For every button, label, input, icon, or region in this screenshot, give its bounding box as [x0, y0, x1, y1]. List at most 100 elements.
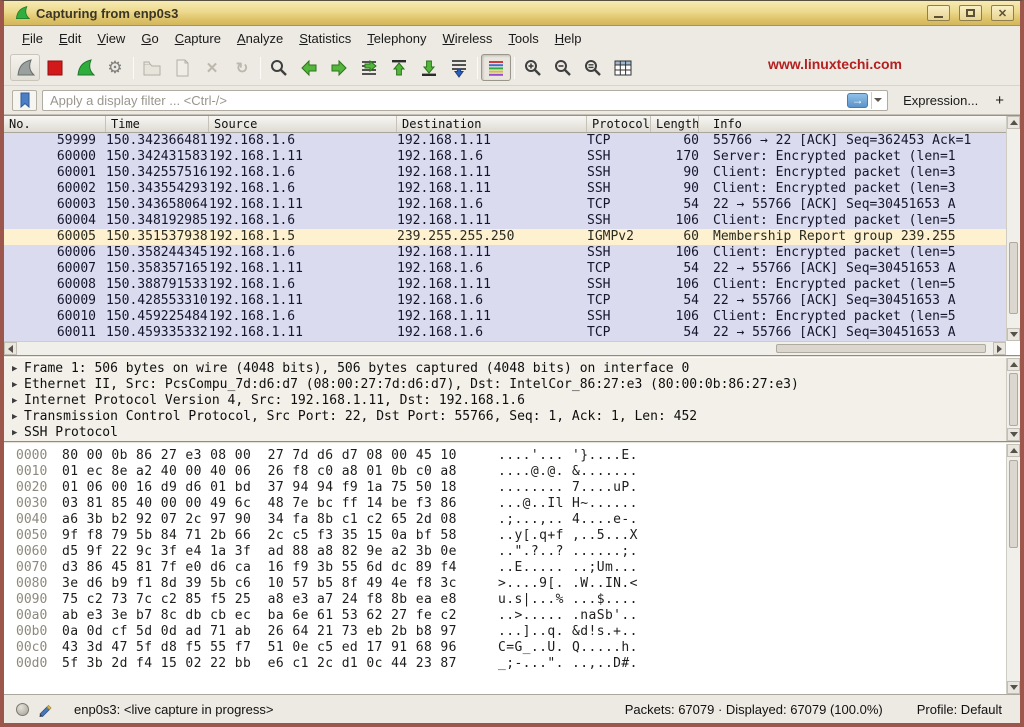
pencil-icon[interactable]: [37, 702, 52, 717]
scroll-up-button[interactable]: [1007, 358, 1020, 371]
apply-filter-button[interactable]: →: [847, 93, 868, 108]
auto-scroll-button[interactable]: [444, 54, 474, 81]
hex-vscrollbar[interactable]: [1006, 444, 1020, 694]
hex-row[interactable]: 0070d3 86 45 81 7f e0 d6 ca 16 f9 3b 55 …: [16, 560, 1004, 576]
packet-row[interactable]: 60006150.358244345192.168.1.6192.168.1.1…: [4, 245, 1020, 261]
open-file-button[interactable]: [137, 54, 167, 81]
hex-row[interactable]: 009075 c2 73 7c c2 85 f5 25 a8 e3 a7 24 …: [16, 592, 1004, 608]
hex-row[interactable]: 0060d5 9f 22 9c 3f e4 1a 3f ad 88 a8 82 …: [16, 544, 1004, 560]
scroll-up-button[interactable]: [1007, 444, 1020, 457]
menu-edit[interactable]: Edit: [51, 28, 89, 49]
menu-capture[interactable]: Capture: [167, 28, 229, 49]
stop-capture-button[interactable]: [40, 54, 70, 81]
scroll-down-button[interactable]: [1007, 428, 1020, 441]
vscroll-thumb[interactable]: [1009, 242, 1018, 314]
scroll-right-button[interactable]: [993, 342, 1006, 355]
filter-dropdown-button[interactable]: [871, 92, 884, 109]
save-file-button[interactable]: [167, 54, 197, 81]
packet-row[interactable]: 60003150.343658064192.168.1.11192.168.1.…: [4, 197, 1020, 213]
column-header-no[interactable]: No.: [4, 116, 106, 132]
vscroll-thumb[interactable]: [1009, 460, 1018, 548]
zoom-out-button[interactable]: [548, 54, 578, 81]
hex-row[interactable]: 00d05f 3b 2d f4 15 02 22 bb e6 c1 2c d1 …: [16, 656, 1004, 672]
hex-row[interactable]: 00a0ab e3 3e b7 8c db cb ec ba 6e 61 53 …: [16, 608, 1004, 624]
detail-row[interactable]: ▶Transmission Control Protocol, Src Port…: [10, 409, 1004, 425]
packet-row[interactable]: 60010150.459225484192.168.1.6192.168.1.1…: [4, 309, 1020, 325]
go-to-packet-button[interactable]: [354, 54, 384, 81]
menu-statistics[interactable]: Statistics: [291, 28, 359, 49]
hex-row[interactable]: 00c043 3d 47 5f d8 f5 55 f7 51 0e c5 ed …: [16, 640, 1004, 656]
packet-row[interactable]: 60007150.358357165192.168.1.11192.168.1.…: [4, 261, 1020, 277]
details-vscrollbar[interactable]: [1006, 358, 1020, 441]
expand-arrow-icon[interactable]: ▶: [10, 425, 24, 441]
menu-go[interactable]: Go: [133, 28, 166, 49]
hex-row[interactable]: 00509f f8 79 5b 84 71 2b 66 2c c5 f3 35 …: [16, 528, 1004, 544]
close-file-button[interactable]: ✕: [197, 54, 227, 81]
detail-row[interactable]: ▶Frame 1: 506 bytes on wire (4048 bits),…: [10, 361, 1004, 377]
menu-analyze[interactable]: Analyze: [229, 28, 291, 49]
go-first-packet-button[interactable]: [384, 54, 414, 81]
expression-button[interactable]: Expression...: [893, 93, 988, 108]
go-forward-button[interactable]: [324, 54, 354, 81]
minimize-button[interactable]: [927, 5, 950, 21]
column-header-source[interactable]: Source: [209, 116, 397, 132]
menu-wireless[interactable]: Wireless: [435, 28, 501, 49]
expand-arrow-icon[interactable]: ▶: [10, 409, 24, 425]
detail-row[interactable]: ▶Internet Protocol Version 4, Src: 192.1…: [10, 393, 1004, 409]
packet-row[interactable]: 60004150.348192985192.168.1.6192.168.1.1…: [4, 213, 1020, 229]
scroll-up-button[interactable]: [1007, 116, 1020, 129]
restart-capture-button[interactable]: [70, 54, 100, 81]
packet-row[interactable]: 60005150.351537938192.168.1.5239.255.255…: [4, 229, 1020, 245]
packet-row[interactable]: 59999150.342366481192.168.1.6192.168.1.1…: [4, 133, 1020, 149]
expand-arrow-icon[interactable]: ▶: [10, 393, 24, 409]
column-header-info[interactable]: Info: [699, 116, 1020, 132]
expand-arrow-icon[interactable]: ▶: [10, 361, 24, 377]
menu-view[interactable]: View: [89, 28, 133, 49]
add-filter-button[interactable]: +: [993, 92, 1012, 109]
reload-button[interactable]: ↻: [227, 54, 257, 81]
hex-row[interactable]: 002001 06 00 16 d9 d6 01 bd 37 94 94 f9 …: [16, 480, 1004, 496]
menu-help[interactable]: Help: [547, 28, 590, 49]
filter-bookmark-button[interactable]: [12, 90, 37, 111]
packet-list-vscrollbar[interactable]: [1006, 116, 1020, 341]
hex-row[interactable]: 001001 ec 8e a2 40 00 40 06 26 f8 c0 a8 …: [16, 464, 1004, 480]
packet-row[interactable]: 60000150.342431583192.168.1.11192.168.1.…: [4, 149, 1020, 165]
expert-info-button[interactable]: [16, 703, 29, 716]
maximize-button[interactable]: [959, 5, 982, 21]
go-last-packet-button[interactable]: [414, 54, 444, 81]
zoom-in-button[interactable]: [518, 54, 548, 81]
column-header-time[interactable]: Time: [106, 116, 209, 132]
hscroll-thumb[interactable]: [776, 344, 986, 353]
column-header-length[interactable]: Length: [651, 116, 699, 132]
go-back-button[interactable]: [294, 54, 324, 81]
capture-options-button[interactable]: ⚙: [100, 54, 130, 81]
zoom-normal-button[interactable]: [578, 54, 608, 81]
packet-row[interactable]: 60002150.343554293192.168.1.6192.168.1.1…: [4, 181, 1020, 197]
menu-telephony[interactable]: Telephony: [359, 28, 434, 49]
colorize-packets-button[interactable]: [481, 54, 511, 81]
detail-row[interactable]: ▶SSH Protocol: [10, 425, 1004, 441]
scroll-left-button[interactable]: [4, 342, 17, 355]
hex-row[interactable]: 0040a6 3b b2 92 07 2c 97 90 34 fa 8b c1 …: [16, 512, 1004, 528]
scroll-down-button[interactable]: [1007, 328, 1020, 341]
menu-file[interactable]: File: [14, 28, 51, 49]
close-button[interactable]: ✕: [991, 5, 1014, 21]
hex-row[interactable]: 00803e d6 b9 f1 8d 39 5b c6 10 57 b5 8f …: [16, 576, 1004, 592]
menu-tools[interactable]: Tools: [500, 28, 546, 49]
vscroll-thumb[interactable]: [1009, 373, 1018, 426]
packet-row[interactable]: 60008150.388791533192.168.1.6192.168.1.1…: [4, 277, 1020, 293]
packet-row[interactable]: 60011150.459335332192.168.1.11192.168.1.…: [4, 325, 1020, 341]
column-header-destination[interactable]: Destination: [397, 116, 587, 132]
resize-columns-button[interactable]: [608, 54, 638, 81]
packet-row[interactable]: 60009150.428553310192.168.1.11192.168.1.…: [4, 293, 1020, 309]
expand-arrow-icon[interactable]: ▶: [10, 377, 24, 393]
packet-row[interactable]: 60001150.342557516192.168.1.6192.168.1.1…: [4, 165, 1020, 181]
packet-list-hscrollbar[interactable]: [4, 341, 1006, 355]
hex-row[interactable]: 00b00a 0d cf 5d 0d ad 71 ab 26 64 21 73 …: [16, 624, 1004, 640]
hex-row[interactable]: 003003 81 85 40 00 00 49 6c 48 7e bc ff …: [16, 496, 1004, 512]
profile-text[interactable]: Profile: Default: [917, 702, 1002, 717]
scroll-down-button[interactable]: [1007, 681, 1020, 694]
hex-row[interactable]: 000080 00 0b 86 27 e3 08 00 27 7d d6 d7 …: [16, 448, 1004, 464]
detail-row[interactable]: ▶Ethernet II, Src: PcsCompu_7d:d6:d7 (08…: [10, 377, 1004, 393]
display-filter-input[interactable]: Apply a display filter ... <Ctrl-/> →: [42, 90, 888, 111]
